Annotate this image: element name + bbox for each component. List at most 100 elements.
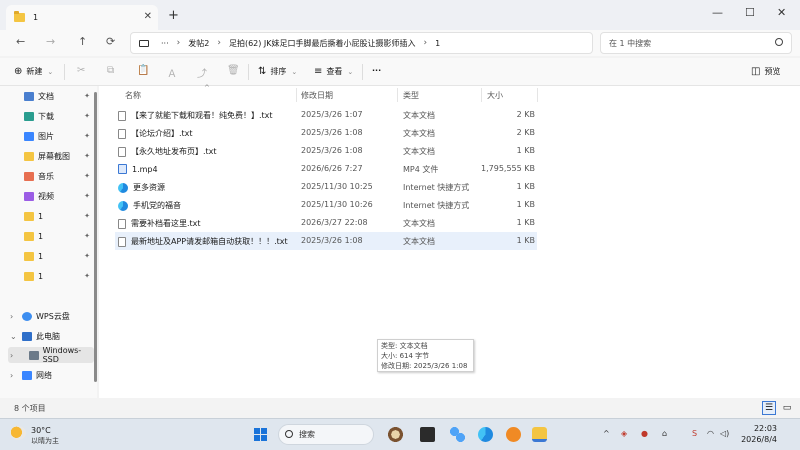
file-row[interactable]: 【来了就能下载和观看！纯免费！】.txt 2025/3/26 1:07 文本文档 2 … bbox=[115, 106, 537, 124]
more-options-button[interactable]: ··· bbox=[372, 66, 381, 75]
weather-description[interactable]: 以晴为主 bbox=[31, 436, 59, 446]
sidebar-item-quick-access[interactable]: 1 ✦ bbox=[24, 248, 94, 264]
chevron-right-icon: › bbox=[10, 370, 14, 380]
chevron-down-icon: ⌄ bbox=[291, 67, 298, 76]
share-icon[interactable]: ⤴ bbox=[197, 65, 207, 80]
column-divider[interactable] bbox=[397, 88, 398, 102]
rename-icon[interactable]: Ａ bbox=[167, 65, 177, 80]
file-row[interactable]: 需要补档看这里.txt 2026/3/27 22:08 文本文档 1 KB bbox=[115, 214, 537, 232]
maximize-button[interactable]: ☐ bbox=[745, 6, 755, 19]
network-icon bbox=[22, 370, 32, 380]
command-bar: ⊕ 新建 ⌄ ✂ ⧉ 📋 Ａ ⤴ 🗑 ⇅ 排序 ⌄ ≡ 查看 ⌄ ··· ◫ 预… bbox=[0, 58, 800, 86]
taskbar-search[interactable]: 搜索 bbox=[278, 424, 374, 445]
breadcrumb-more[interactable]: ··· bbox=[161, 39, 169, 48]
sidebar-item-quick-access[interactable]: 音乐 ✦ bbox=[24, 168, 94, 184]
up-button[interactable]: ↑ bbox=[78, 35, 87, 48]
tab-current-folder[interactable]: 1 ✕ bbox=[6, 5, 158, 30]
search-box[interactable]: 在 1 中搜索 bbox=[600, 32, 792, 54]
text-file-icon bbox=[118, 128, 126, 139]
sidebar-scrollbar[interactable] bbox=[94, 92, 97, 382]
sidebar-item-quick-access[interactable]: 下载 ✦ bbox=[24, 108, 94, 124]
sidebar-item-quick-access[interactable]: 1 ✦ bbox=[24, 208, 94, 224]
column-header-type[interactable]: 类型 bbox=[403, 90, 419, 101]
file-name-cell: 最新地址及APP请发邮箱自动获取！！！.txt bbox=[118, 236, 288, 247]
sidebar-item-quick-access[interactable]: 1 ✦ bbox=[24, 228, 94, 244]
tab-title: 1 bbox=[33, 13, 39, 22]
sidebar-item-network[interactable]: › 网络 bbox=[10, 367, 52, 383]
weather-temperature[interactable]: 30°C bbox=[31, 426, 51, 435]
minimize-button[interactable]: — bbox=[712, 6, 723, 19]
file-row[interactable]: 更多资源 2025/11/30 10:25 Internet 快捷方式 1 KB bbox=[115, 178, 537, 196]
clock-time[interactable]: 22:03 bbox=[741, 424, 777, 433]
file-row[interactable]: 手机党的福音 2025/11/30 10:26 Internet 快捷方式 1 KB bbox=[115, 196, 537, 214]
sidebar-item-quick-access[interactable]: 屏幕截图 ✦ bbox=[24, 148, 94, 164]
file-explorer-taskbar-icon[interactable] bbox=[532, 427, 547, 442]
sidebar-item-windows-ssd[interactable]: › Windows-SSD bbox=[8, 346, 94, 364]
file-size-cell: 1 KB bbox=[516, 236, 535, 245]
network-tray-icon[interactable]: ⌂ bbox=[662, 429, 667, 438]
owl-app-icon[interactable] bbox=[388, 427, 403, 442]
connect-app-icon[interactable] bbox=[450, 427, 465, 442]
refresh-button[interactable]: ⟳ bbox=[106, 35, 115, 48]
column-header-modified[interactable]: 修改日期 bbox=[301, 90, 333, 101]
back-button[interactable]: ← bbox=[16, 35, 25, 48]
column-divider[interactable] bbox=[537, 88, 538, 102]
folder-icon bbox=[24, 271, 34, 281]
clock-date[interactable]: 2026/8/4 bbox=[735, 435, 777, 444]
edge-browser-icon[interactable] bbox=[478, 427, 493, 442]
address-bar[interactable]: ··· › 发帖2 › 足拍(62) JK妹足口手脚最后撅着小屁股让摄影师插入 … bbox=[130, 32, 593, 54]
chevron-up-icon[interactable]: ^ bbox=[603, 429, 610, 438]
preview-button[interactable]: ◫ 预览 bbox=[751, 66, 780, 77]
weather-icon[interactable] bbox=[10, 426, 26, 440]
wifi-icon[interactable]: ◠ bbox=[707, 429, 714, 438]
delete-icon[interactable]: 🗑 bbox=[227, 65, 240, 76]
sidebar-item-wps-cloud[interactable]: › WPS云盘 bbox=[10, 308, 70, 324]
computer-icon bbox=[22, 331, 32, 341]
terminal-app-icon[interactable] bbox=[420, 427, 435, 442]
close-window-button[interactable]: ✕ bbox=[777, 6, 786, 19]
sort-button[interactable]: ⇅ 排序 ⌄ bbox=[258, 66, 297, 77]
copy-icon[interactable]: ⧉ bbox=[107, 65, 114, 76]
tiles-view-icon[interactable]: ▭ bbox=[780, 401, 794, 415]
breadcrumb-item[interactable]: 足拍(62) JK妹足口手脚最后撅着小屁股让摄影师插入 bbox=[229, 38, 416, 49]
forward-button[interactable]: → bbox=[46, 35, 55, 48]
file-name: 需要补档看这里.txt bbox=[131, 219, 201, 228]
column-divider[interactable] bbox=[481, 88, 482, 102]
breadcrumb-item[interactable]: 1 bbox=[435, 39, 440, 48]
divider bbox=[362, 64, 363, 80]
file-row[interactable]: 1.mp4 2026/6/26 7:27 MP4 文件 1,795,555 KB bbox=[115, 160, 537, 178]
paste-icon[interactable]: 📋 bbox=[137, 65, 149, 76]
column-header-name[interactable]: 名称 bbox=[125, 90, 141, 101]
tray-app-icon[interactable]: ● bbox=[641, 429, 648, 438]
sidebar-item-quick-access[interactable]: 文档 ✦ bbox=[24, 88, 94, 104]
wps-tray-icon[interactable]: S bbox=[692, 429, 697, 438]
file-row[interactable]: 【永久地址发布页】.txt 2025/3/26 1:08 文本文档 1 KB bbox=[115, 142, 537, 160]
details-view-icon[interactable]: ☰ bbox=[762, 401, 776, 415]
file-size-cell: 1 KB bbox=[516, 146, 535, 155]
file-name: 【论坛介绍】.txt bbox=[131, 129, 193, 138]
file-name-cell: 手机党的福音 bbox=[118, 200, 181, 211]
column-divider[interactable] bbox=[296, 88, 297, 102]
video-file-icon bbox=[118, 164, 127, 174]
sidebar-item-quick-access[interactable]: 视频 ✦ bbox=[24, 188, 94, 204]
new-tab-button[interactable]: + bbox=[168, 8, 179, 23]
file-row[interactable]: 【论坛介绍】.txt 2025/3/26 1:08 文本文档 2 KB bbox=[115, 124, 537, 142]
sidebar-item-quick-access[interactable]: 1 ✦ bbox=[24, 268, 94, 284]
breadcrumb-item[interactable]: 发帖2 bbox=[188, 38, 209, 49]
file-size-cell: 2 KB bbox=[516, 110, 535, 119]
volume-icon[interactable]: ◁) bbox=[720, 429, 729, 438]
view-button[interactable]: ≡ 查看 ⌄ bbox=[314, 66, 353, 77]
media-app-icon[interactable] bbox=[506, 427, 521, 442]
sidebar-item-this-pc[interactable]: ⌄ 此电脑 bbox=[10, 328, 60, 344]
file-modified-cell: 2025/11/30 10:26 bbox=[301, 200, 373, 209]
start-button[interactable] bbox=[254, 428, 267, 441]
cut-icon[interactable]: ✂ bbox=[77, 65, 85, 76]
sidebar-item-quick-access[interactable]: 图片 ✦ bbox=[24, 128, 94, 144]
file-name-cell: 需要补档看这里.txt bbox=[118, 218, 201, 229]
new-button[interactable]: ⊕ 新建 ⌄ bbox=[14, 66, 53, 77]
close-tab-icon[interactable]: ✕ bbox=[144, 11, 152, 22]
file-row[interactable]: 最新地址及APP请发邮箱自动获取！！！.txt 2025/3/26 1:08 文本文… bbox=[115, 232, 537, 250]
antivirus-tray-icon[interactable]: ◈ bbox=[621, 429, 627, 438]
tooltip-modified: 修改日期: 2025/3/26 1:08 bbox=[381, 362, 468, 370]
column-header-size[interactable]: 大小 bbox=[487, 90, 503, 101]
